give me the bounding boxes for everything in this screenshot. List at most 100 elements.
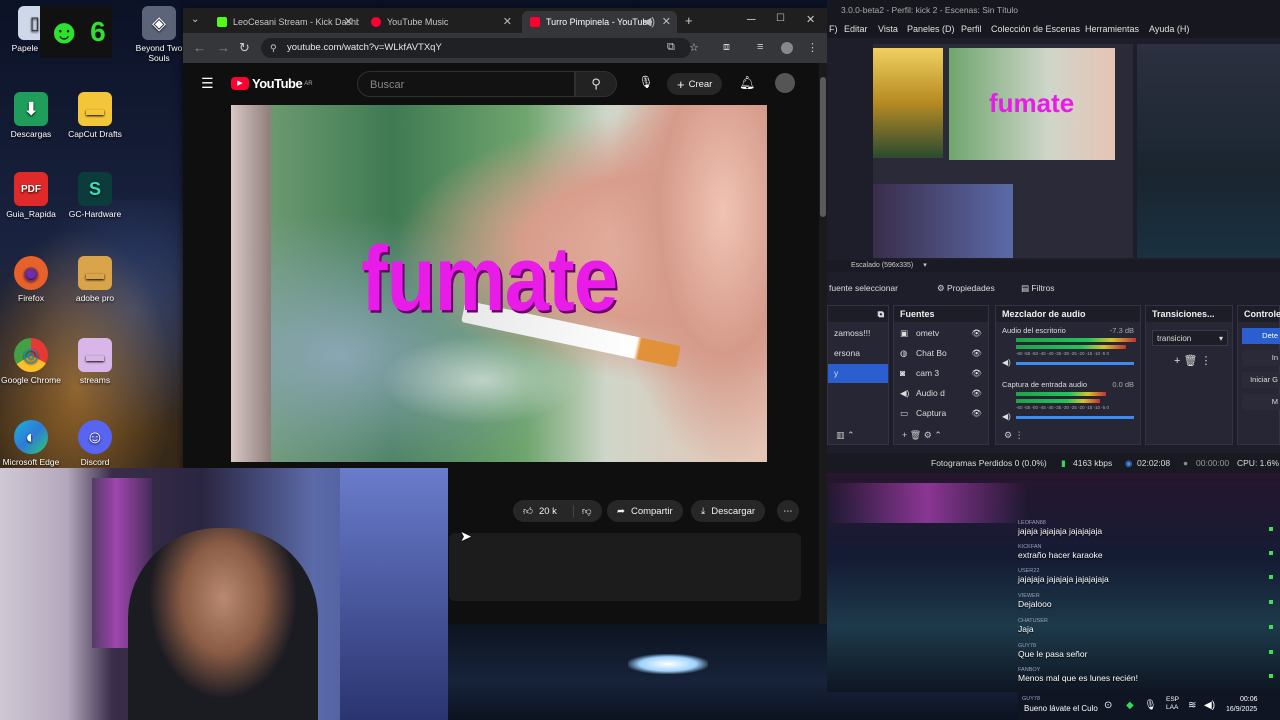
settings-icon[interactable]: ⚙ — [1004, 430, 1012, 440]
reload-button[interactable]: ↻ — [239, 40, 250, 56]
menu-herramientas[interactable]: Herramientas — [1085, 24, 1139, 34]
extensions-icon[interactable]: ⧈ — [723, 41, 730, 54]
scene-item[interactable]: zamoss!!! — [828, 324, 888, 343]
menu-vista[interactable]: Vista — [878, 24, 898, 34]
desktop-icon-capcut-drafts[interactable]: ▬ CapCut Drafts — [60, 92, 130, 139]
control-button[interactable]: In — [1242, 350, 1280, 366]
share-button[interactable]: ➦ Compartir — [607, 500, 683, 522]
menu-coleccion-escenas[interactable]: Colección de Escenas — [991, 24, 1080, 34]
volume-icon[interactable]: ◀) — [1204, 700, 1215, 711]
trash-icon[interactable]: 🗑︎ — [1184, 355, 1198, 367]
gear-icon[interactable]: ⚙ — [924, 430, 932, 440]
speaker-icon[interactable]: ◀) — [643, 15, 655, 28]
bookmark-star-icon[interactable]: ☆ — [689, 41, 699, 54]
more-actions-button[interactable]: ⋯ — [777, 500, 799, 522]
page-scrollbar[interactable] — [819, 63, 827, 624]
up-arrow-icon[interactable]: ⌃ — [847, 430, 855, 440]
source-item[interactable]: ◀) Audio d 👁︎ — [894, 384, 988, 403]
hamburger-menu-icon[interactable]: ☰ — [201, 75, 214, 92]
video-player[interactable]: fumate — [231, 105, 767, 462]
source-item[interactable]: ◙ cam 3 👁︎ — [894, 364, 988, 383]
tray-icon[interactable]: ⊙ — [1104, 700, 1112, 711]
more-dots-icon[interactable]: ⋮ — [1201, 355, 1212, 367]
wifi-icon[interactable]: ≋ — [1188, 700, 1196, 711]
stop-stream-button[interactable]: Dete — [1242, 328, 1280, 344]
tab-kick-dashboard[interactable]: LeoCesani Stream - Kick Dashb ✕ — [209, 11, 359, 33]
control-button[interactable]: M — [1242, 394, 1280, 410]
speaker-icon[interactable]: ◀) — [1002, 412, 1011, 421]
trash-icon[interactable]: 🗑︎ — [910, 430, 921, 440]
cast-icon[interactable]: ⧉ — [667, 41, 675, 54]
clock-time[interactable]: 00:06 — [1240, 696, 1258, 703]
site-info-icon[interactable]: ⚲ — [270, 38, 277, 58]
desktop-icon-microsoft-edge[interactable]: ◐ Microsoft Edge — [0, 420, 66, 467]
scene-item[interactable]: ersona — [828, 344, 888, 363]
scene-item-active[interactable]: y — [828, 364, 888, 383]
desktop-icon-gc-hardware[interactable]: S GC-Hardware — [60, 172, 130, 219]
clock-date[interactable]: 16/9/2025 — [1226, 706, 1257, 713]
source-item[interactable]: ▣ ometv 👁︎ — [894, 324, 988, 343]
visibility-eye-icon[interactable]: 👁︎ — [971, 384, 982, 403]
desktop-icon-google-chrome[interactable]: ◎ Google Chrome — [0, 338, 66, 385]
visibility-eye-icon[interactable]: 👁︎ — [971, 364, 982, 383]
volume-slider[interactable] — [1016, 362, 1134, 365]
minimize-button[interactable]: ─ — [747, 12, 756, 26]
new-tab-button[interactable]: + — [685, 13, 693, 28]
menu-editar[interactable]: Editar — [844, 24, 868, 34]
scale-dropdown-icon[interactable]: ▾ — [923, 262, 927, 269]
close-tab-icon[interactable]: ✕ — [344, 15, 353, 28]
youtube-logo[interactable]: ▶ YouTube AR — [231, 76, 313, 91]
desktop-icon-streams[interactable]: ▬ streams — [60, 338, 130, 385]
visibility-eye-icon[interactable]: 👁︎ — [971, 324, 982, 343]
obs-preview-canvas[interactable]: fumate — [873, 44, 1133, 258]
youtube-search-input[interactable]: Buscar — [357, 71, 575, 97]
dislike-icon[interactable]: 👎︎ — [572, 505, 592, 517]
add-icon[interactable]: + — [902, 430, 907, 440]
media-controls-icon[interactable]: ≡ — [757, 41, 763, 53]
tab-youtube-music[interactable]: YouTube Music ✕ — [363, 11, 518, 33]
up-arrow-icon[interactable]: ⌃ — [934, 430, 942, 440]
filter-icon[interactable]: ▥ — [836, 430, 845, 440]
scrollbar-thumb[interactable] — [820, 77, 826, 217]
create-button[interactable]: + Crear — [667, 73, 723, 95]
download-button[interactable]: ⤓ Descargar — [691, 500, 766, 522]
source-item[interactable]: ▭ Captura 👁︎ — [894, 404, 988, 423]
youtube-avatar[interactable] — [775, 73, 795, 93]
desktop-icon-discord[interactable]: ☺ Discord — [60, 420, 130, 467]
microphone-icon[interactable]: 🎙︎ — [1144, 700, 1157, 711]
visibility-eye-icon[interactable]: 👁︎ — [971, 404, 982, 423]
desktop-icon-firefox[interactable]: ◉ Firefox — [0, 256, 66, 303]
browser-menu-icon[interactable]: ⋮ — [807, 41, 818, 54]
url-field[interactable]: ⚲ youtube.com/watch?v=WLkfAVTXqY — [261, 38, 691, 58]
desktop-icon-guia-rapida[interactable]: PDF Guia_Rapida — [0, 172, 66, 219]
close-tab-icon[interactable]: ✕ — [503, 15, 512, 28]
speaker-icon[interactable]: ◀) — [1002, 358, 1011, 367]
add-icon[interactable]: + — [1174, 355, 1180, 367]
menu-paneles[interactable]: Paneles (D) — [907, 24, 955, 34]
language-indicator[interactable]: ESP LAA — [1166, 696, 1179, 712]
properties-button[interactable]: ⚙ Propiedades — [937, 283, 995, 294]
volume-slider[interactable] — [1016, 416, 1134, 419]
visibility-eye-icon[interactable]: 👁︎ — [971, 344, 982, 363]
popout-icon[interactable]: ⧉ — [878, 306, 884, 322]
start-recording-button[interactable]: Iniciar G — [1242, 372, 1280, 388]
notifications-bell-icon[interactable]: 🔔︎ — [739, 75, 756, 91]
close-tab-icon[interactable]: ✕ — [662, 15, 671, 28]
profile-avatar[interactable] — [781, 42, 793, 54]
transition-select[interactable]: transicion ▾ — [1152, 330, 1228, 346]
source-item[interactable]: ◍ Chat Bo 👁︎ — [894, 344, 988, 363]
tab-youtube-active[interactable]: Turro Pimpinela - YouTube ◀) ✕ — [522, 11, 677, 33]
desktop-icon-descargas[interactable]: ⬇ Descargas — [0, 92, 66, 139]
more-dots-icon[interactable]: ⋮ — [1015, 430, 1024, 440]
menu-file[interactable]: F) — [829, 24, 838, 34]
maximize-button[interactable]: ☐ — [776, 13, 785, 24]
like-button[interactable]: 👍︎ 20 k 👎︎ — [513, 500, 602, 522]
back-button[interactable]: ← — [193, 40, 206, 55]
filters-button[interactable]: ▤ Filtros — [1021, 283, 1055, 294]
voice-search-mic-icon[interactable]: 🎙︎ — [633, 75, 659, 93]
tab-search-icon[interactable]: ⌄ — [191, 14, 199, 25]
desktop-icon-adobe-pro[interactable]: ▬ adobe pro — [60, 256, 130, 303]
menu-ayuda[interactable]: Ayuda (H) — [1149, 24, 1189, 34]
menu-perfil[interactable]: Perfil — [961, 24, 982, 34]
search-button[interactable]: ⚲ — [575, 71, 617, 97]
